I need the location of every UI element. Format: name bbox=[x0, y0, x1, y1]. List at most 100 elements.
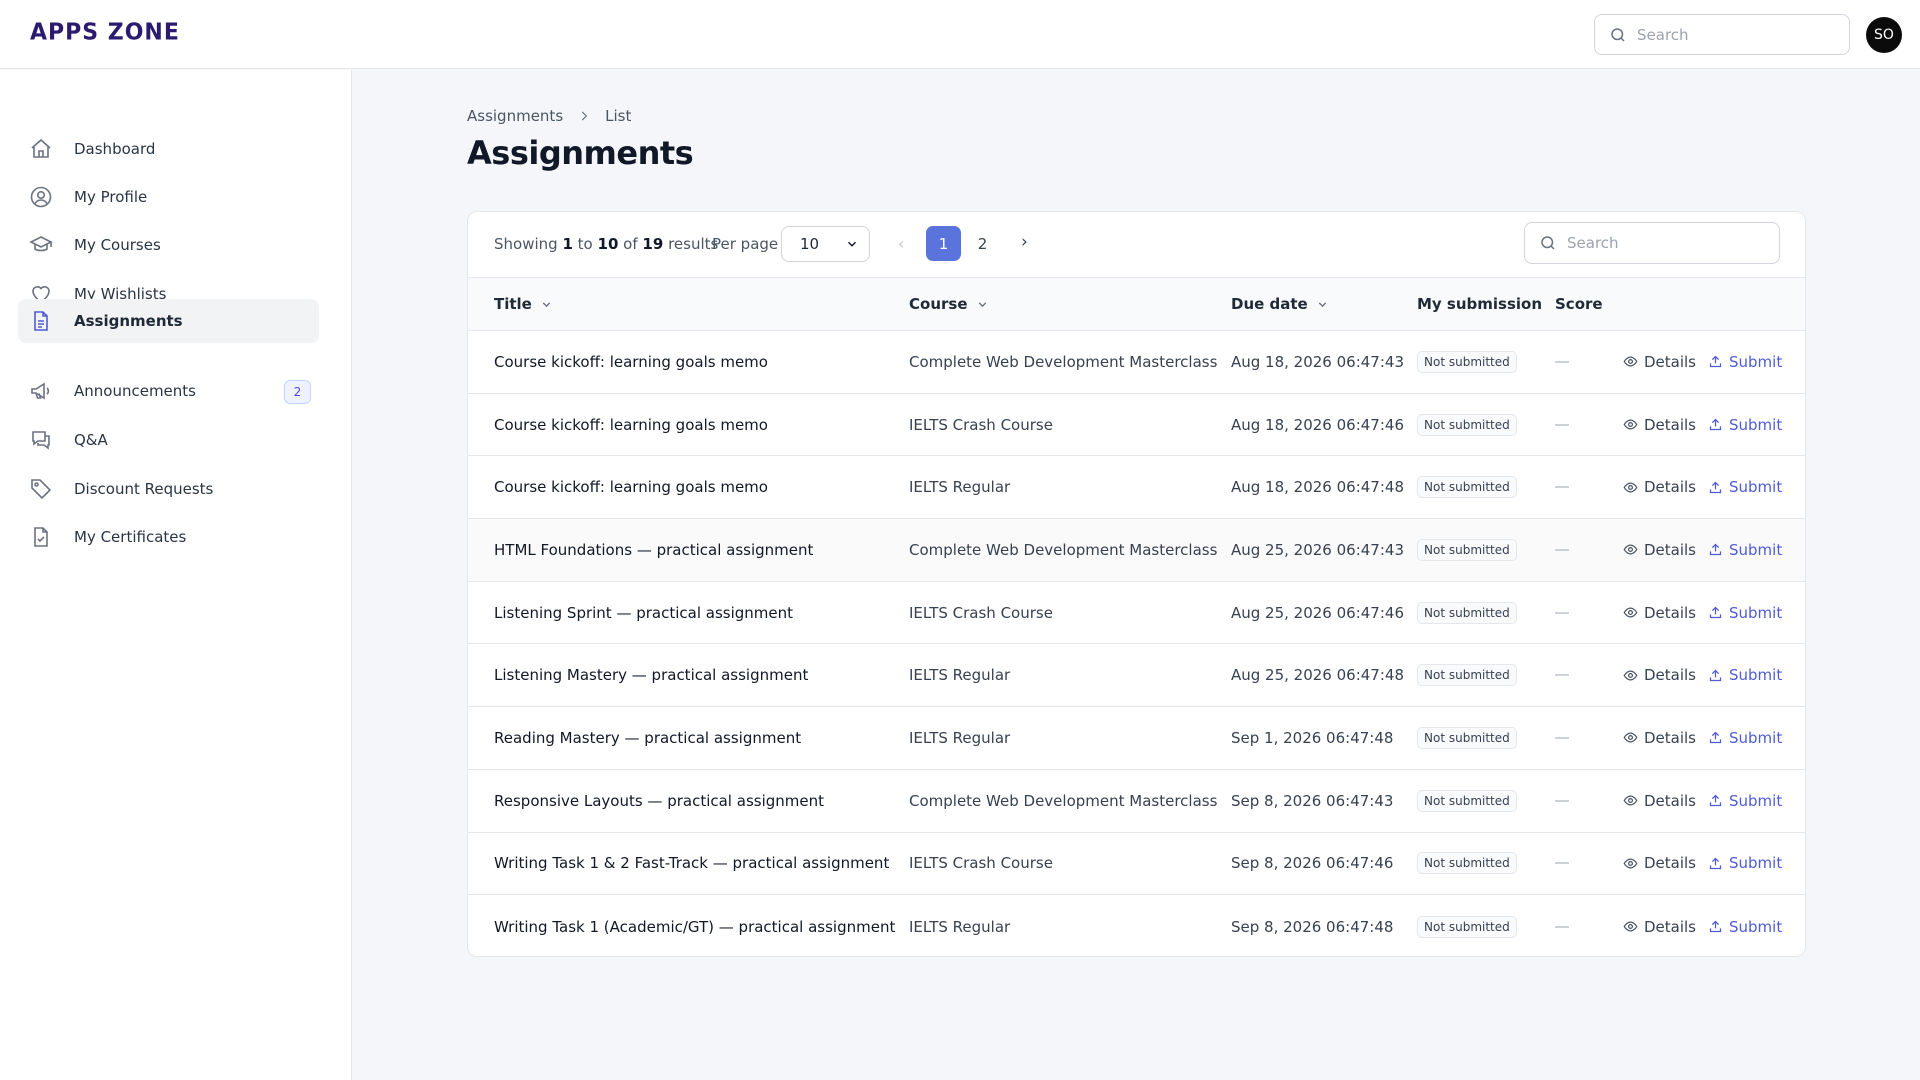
submission-status-badge: Not submitted bbox=[1417, 538, 1517, 561]
submit-button[interactable]: Submit bbox=[1708, 854, 1782, 872]
sidebar-item-assignments[interactable]: Assignments bbox=[18, 299, 319, 343]
app-logo[interactable]: APPS ZONE bbox=[30, 19, 180, 45]
global-search[interactable] bbox=[1594, 14, 1850, 55]
breadcrumb-root-link[interactable]: Assignments bbox=[467, 107, 563, 125]
assignment-title[interactable]: Responsive Layouts — practical assignmen… bbox=[494, 792, 824, 810]
assignment-due-date: Aug 25, 2026 06:47:46 bbox=[1231, 603, 1404, 622]
table-row: Listening Mastery — practical assignment… bbox=[468, 644, 1805, 708]
sidebar-item-my-courses[interactable]: My Courses bbox=[18, 223, 319, 267]
submit-button[interactable]: Submit bbox=[1708, 416, 1782, 434]
submit-button[interactable]: Submit bbox=[1708, 478, 1782, 496]
to-word: to bbox=[577, 235, 593, 253]
details-button[interactable]: Details bbox=[1623, 416, 1696, 434]
submit-button[interactable]: Submit bbox=[1708, 918, 1782, 936]
sidebar-item-label: Announcements bbox=[74, 382, 196, 400]
pagination-prev[interactable]: ‹ bbox=[898, 234, 904, 253]
avatar[interactable]: SO bbox=[1866, 17, 1902, 53]
per-page-label: Per page bbox=[712, 235, 779, 253]
assignment-title[interactable]: Writing Task 1 & 2 Fast-Track — practica… bbox=[494, 854, 889, 872]
assignment-course: IELTS Regular bbox=[909, 666, 1011, 685]
column-header-course-label: Course bbox=[909, 295, 968, 313]
assignment-title[interactable]: Course kickoff: learning goals memo bbox=[494, 416, 768, 434]
details-label: Details bbox=[1644, 352, 1697, 371]
sidebar-item-qa[interactable]: Q&A bbox=[18, 418, 319, 462]
sidebar-item-dashboard[interactable]: Dashboard bbox=[18, 127, 319, 171]
table-row: Course kickoff: learning goals memo IELT… bbox=[468, 394, 1805, 457]
showing-prefix: Showing bbox=[494, 235, 558, 253]
table-row: Course kickoff: learning goals memo Comp… bbox=[468, 331, 1805, 394]
sidebar-item-announcements[interactable]: Announcements 2 bbox=[18, 369, 319, 413]
assignment-title[interactable]: Writing Task 1 (Academic/GT) — practical… bbox=[494, 918, 895, 936]
assignment-title[interactable]: HTML Foundations — practical assignment bbox=[494, 541, 813, 559]
details-label: Details bbox=[1644, 478, 1697, 497]
column-header-due-date-label: Due date bbox=[1231, 295, 1308, 313]
details-button[interactable]: Details bbox=[1623, 792, 1696, 810]
submit-button[interactable]: Submit bbox=[1708, 792, 1782, 810]
upload-icon bbox=[1709, 544, 1722, 556]
assignment-due-date: Sep 1, 2026 06:47:48 bbox=[1231, 728, 1394, 747]
breadcrumb: Assignments List bbox=[467, 107, 631, 125]
column-header-due-date[interactable]: Due date bbox=[1231, 295, 1329, 313]
sidebar-item-discount-requests[interactable]: Discount Requests bbox=[18, 467, 319, 511]
details-button[interactable]: Details bbox=[1623, 666, 1696, 684]
submit-button[interactable]: Submit bbox=[1708, 666, 1782, 684]
details-label: Details bbox=[1644, 415, 1697, 434]
column-header-title[interactable]: Title bbox=[494, 295, 553, 313]
assignments-table-card: Showing 1 to 10 of 19 results Per page 1… bbox=[467, 211, 1806, 957]
submission-status-badge: Not submitted bbox=[1417, 726, 1517, 749]
eye-icon bbox=[1623, 356, 1638, 367]
upload-icon bbox=[1709, 732, 1722, 744]
submit-button[interactable]: Submit bbox=[1708, 729, 1782, 747]
submit-button[interactable]: Submit bbox=[1708, 353, 1782, 371]
assignment-title[interactable]: Listening Sprint — practical assignment bbox=[494, 604, 793, 622]
details-button[interactable]: Details bbox=[1623, 604, 1696, 622]
column-header-course[interactable]: Course bbox=[909, 295, 989, 313]
user-circle-icon bbox=[28, 184, 54, 210]
details-button[interactable]: Details bbox=[1623, 353, 1696, 371]
submit-button[interactable]: Submit bbox=[1708, 541, 1782, 559]
global-search-input[interactable] bbox=[1637, 25, 1837, 44]
assignment-title[interactable]: Reading Mastery — practical assignment bbox=[494, 729, 801, 747]
pagination-next[interactable]: › bbox=[1021, 232, 1028, 252]
table-search[interactable] bbox=[1524, 222, 1780, 264]
breadcrumb-current: List bbox=[605, 107, 632, 125]
details-button[interactable]: Details bbox=[1623, 729, 1696, 747]
details-label: Details bbox=[1644, 666, 1697, 685]
column-header-title-label: Title bbox=[494, 295, 532, 313]
per-page-select[interactable]: 10 bbox=[781, 226, 870, 262]
pagination-page-2[interactable]: 2 bbox=[965, 226, 1000, 261]
upload-icon bbox=[1709, 606, 1722, 619]
score-empty-dash bbox=[1555, 361, 1569, 363]
assignment-course: Complete Web Development Masterclass bbox=[909, 352, 1218, 371]
table-row: Course kickoff: learning goals memo IELT… bbox=[468, 456, 1805, 520]
of-word: of bbox=[623, 235, 638, 253]
submit-label: Submit bbox=[1729, 791, 1783, 810]
certificate-icon bbox=[28, 524, 54, 550]
submission-status-badge: Not submitted bbox=[1417, 350, 1517, 373]
sidebar-item-my-certificates[interactable]: My Certificates bbox=[18, 515, 319, 559]
pagination-page-1[interactable]: 1 bbox=[926, 226, 961, 261]
sidebar-item-label: Dashboard bbox=[74, 140, 156, 158]
submit-button[interactable]: Submit bbox=[1708, 604, 1782, 622]
sidebar-item-my-profile[interactable]: My Profile bbox=[18, 175, 319, 219]
details-label: Details bbox=[1644, 603, 1697, 622]
submit-label: Submit bbox=[1729, 917, 1783, 936]
details-button[interactable]: Details bbox=[1623, 541, 1696, 559]
details-button[interactable]: Details bbox=[1623, 478, 1696, 496]
sidebar-item-label: My Profile bbox=[74, 188, 148, 206]
sidebar: Dashboard My Profile My Courses My Wishl… bbox=[0, 70, 352, 1080]
details-label: Details bbox=[1644, 917, 1697, 936]
table-search-input[interactable] bbox=[1567, 234, 1767, 252]
score-empty-dash bbox=[1555, 549, 1569, 551]
details-button[interactable]: Details bbox=[1623, 854, 1696, 872]
sidebar-item-label: Assignments bbox=[74, 312, 183, 330]
sidebar-item-label: Discount Requests bbox=[74, 480, 214, 498]
results-from: 1 bbox=[562, 235, 573, 253]
details-button[interactable]: Details bbox=[1623, 918, 1696, 936]
assignment-title[interactable]: Course kickoff: learning goals memo bbox=[494, 478, 768, 496]
assignment-title[interactable]: Course kickoff: learning goals memo bbox=[494, 353, 768, 371]
score-empty-dash bbox=[1555, 862, 1569, 864]
assignment-title[interactable]: Listening Mastery — practical assignment bbox=[494, 666, 808, 684]
submission-status-badge: Not submitted bbox=[1417, 852, 1517, 875]
submit-label: Submit bbox=[1729, 854, 1783, 873]
